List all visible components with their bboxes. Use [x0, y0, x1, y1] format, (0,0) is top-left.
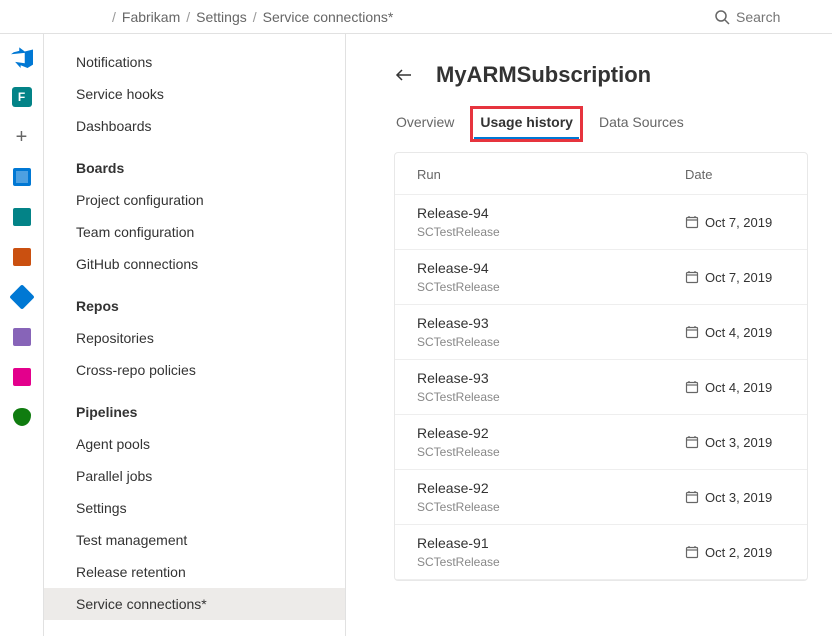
rail-testplans-icon[interactable] — [11, 326, 33, 348]
run-pipeline: SCTestRelease — [417, 225, 685, 239]
run-pipeline: SCTestRelease — [417, 280, 685, 294]
tab-overview[interactable]: Overview — [394, 110, 456, 138]
run-date: Oct 7, 2019 — [705, 270, 772, 285]
search-input[interactable] — [736, 9, 816, 25]
breadcrumb-sep: / — [186, 9, 190, 25]
table-header: Run Date — [395, 153, 807, 195]
search-box[interactable] — [714, 9, 824, 25]
breadcrumb-sep: / — [253, 9, 257, 25]
breadcrumb-page[interactable]: Service connections* — [263, 9, 394, 25]
sidebar-item[interactable]: Agent pools — [44, 428, 345, 460]
run-date: Oct 4, 2019 — [705, 380, 772, 395]
sidebar-section-header: Repos — [44, 280, 345, 322]
sidebar-item[interactable]: GitHub connections — [44, 248, 345, 280]
back-arrow-icon[interactable] — [394, 65, 422, 85]
table-row[interactable]: Release-93 SCTestRelease Oct 4, 2019 — [395, 305, 807, 360]
top-bar: / Fabrikam / Settings / Service connecti… — [0, 0, 832, 34]
settings-sidebar[interactable]: NotificationsService hooksDashboardsBoar… — [44, 34, 346, 636]
run-name: Release-91 — [417, 535, 685, 551]
sidebar-item[interactable]: Service hooks — [44, 78, 345, 110]
breadcrumb: / Fabrikam / Settings / Service connecti… — [8, 9, 393, 25]
table-row[interactable]: Release-92 SCTestRelease Oct 3, 2019 — [395, 415, 807, 470]
rail-boards-icon[interactable] — [11, 206, 33, 228]
project-avatar: F — [12, 87, 32, 107]
table-row[interactable]: Release-92 SCTestRelease Oct 3, 2019 — [395, 470, 807, 525]
calendar-icon — [685, 325, 699, 339]
run-pipeline: SCTestRelease — [417, 390, 685, 404]
breadcrumb-sep: / — [112, 9, 116, 25]
rail-add-button[interactable]: + — [11, 126, 33, 148]
tab-usage-history[interactable]: Usage history — [474, 110, 579, 138]
run-pipeline: SCTestRelease — [417, 500, 685, 514]
sidebar-item[interactable]: Release retention — [44, 556, 345, 588]
calendar-icon — [685, 215, 699, 229]
run-name: Release-94 — [417, 260, 685, 276]
rail-repos-icon[interactable] — [11, 246, 33, 268]
breadcrumb-org[interactable]: Fabrikam — [122, 9, 180, 25]
calendar-icon — [685, 490, 699, 504]
run-date: Oct 2, 2019 — [705, 545, 772, 560]
sidebar-section-header: Boards — [44, 142, 345, 184]
col-header-date[interactable]: Date — [685, 167, 785, 182]
rail-artifacts-icon[interactable] — [11, 366, 33, 388]
sidebar-item[interactable]: Team configuration — [44, 216, 345, 248]
rail-overview-icon[interactable] — [11, 166, 33, 188]
run-pipeline: SCTestRelease — [417, 335, 685, 349]
run-pipeline: SCTestRelease — [417, 555, 685, 569]
rail-pipelines-icon[interactable] — [11, 286, 33, 308]
sidebar-item[interactable]: Settings — [44, 492, 345, 524]
sidebar-item[interactable]: Parallel jobs — [44, 460, 345, 492]
run-date: Oct 3, 2019 — [705, 435, 772, 450]
col-header-run[interactable]: Run — [417, 167, 685, 182]
calendar-icon — [685, 380, 699, 394]
calendar-icon — [685, 435, 699, 449]
rail-compliance-icon[interactable] — [11, 406, 33, 428]
table-row[interactable]: Release-94 SCTestRelease Oct 7, 2019 — [395, 250, 807, 305]
run-name: Release-92 — [417, 480, 685, 496]
run-date: Oct 3, 2019 — [705, 490, 772, 505]
run-date: Oct 7, 2019 — [705, 215, 772, 230]
table-row[interactable]: Release-94 SCTestRelease Oct 7, 2019 — [395, 195, 807, 250]
sidebar-item[interactable]: Service connections* — [44, 588, 345, 620]
run-date: Oct 4, 2019 — [705, 325, 772, 340]
sidebar-item[interactable]: Repositories — [44, 322, 345, 354]
search-icon — [714, 9, 730, 25]
rail-project[interactable]: F — [11, 86, 33, 108]
table-row[interactable]: Release-93 SCTestRelease Oct 4, 2019 — [395, 360, 807, 415]
sidebar-item[interactable]: Dashboards — [44, 110, 345, 142]
run-name: Release-93 — [417, 315, 685, 331]
sidebar-item[interactable]: Cross-repo policies — [44, 354, 345, 386]
run-pipeline: SCTestRelease — [417, 445, 685, 459]
nav-rail: F + — [0, 34, 44, 636]
calendar-icon — [685, 545, 699, 559]
main-content: MyARMSubscription Overview Usage history D… — [346, 34, 832, 636]
sidebar-item[interactable]: Notifications — [44, 46, 345, 78]
table-row[interactable]: Release-91 SCTestRelease Oct 2, 2019 — [395, 525, 807, 580]
page-title: MyARMSubscription — [436, 62, 651, 88]
azure-devops-logo-icon[interactable] — [11, 46, 33, 68]
sidebar-item[interactable]: Project configuration — [44, 184, 345, 216]
tab-data-sources[interactable]: Data Sources — [597, 110, 686, 138]
run-name: Release-92 — [417, 425, 685, 441]
calendar-icon — [685, 270, 699, 284]
run-name: Release-93 — [417, 370, 685, 386]
sidebar-section-header: Pipelines — [44, 386, 345, 428]
breadcrumb-section[interactable]: Settings — [196, 9, 247, 25]
tabs: Overview Usage history Data Sources — [394, 110, 808, 138]
run-name: Release-94 — [417, 205, 685, 221]
sidebar-item[interactable]: Test management — [44, 524, 345, 556]
usage-table: Run Date Release-94 SCTestRelease Oct 7, 2… — [394, 152, 808, 581]
